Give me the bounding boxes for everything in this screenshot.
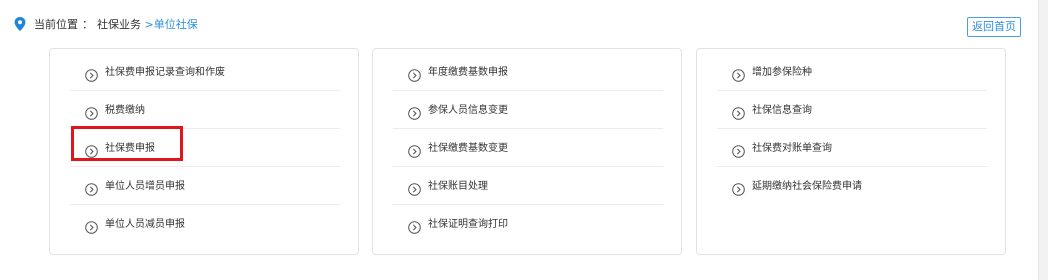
menu-item[interactable]: 延期缴纳社会保险费申请 <box>717 167 987 205</box>
menu-item-label: 社保费申报 <box>105 143 155 154</box>
menu-item[interactable]: 社保证明查询打印 <box>393 205 663 243</box>
circle-chevron-right-icon <box>732 181 745 196</box>
back-home-button[interactable]: 返回首页 <box>967 17 1021 37</box>
breadcrumb-arrow: > <box>144 18 154 31</box>
main-panel: 当前位置：社保业务 >单位社保 返回首页 社保费申报记录查询和作废 税费缴纳 社保费… <box>0 0 1039 280</box>
menu-item[interactable]: 社保信息查询 <box>717 91 987 129</box>
menu-item[interactable]: 税费缴纳 <box>70 91 340 129</box>
menu-card-2: 年度缴费基数申报 参保人员信息变更 社保缴费基数变更 社保账目处理社保证明查询打印 <box>372 48 682 255</box>
menu-item[interactable]: 增加参保险种 <box>717 53 987 91</box>
menu-item-label: 社保缴费基数变更 <box>428 143 508 154</box>
menu-item-label: 社保费申报记录查询和作废 <box>105 67 225 78</box>
breadcrumb-separator: ： <box>82 18 93 31</box>
menu-item[interactable]: 社保费对账单查询 <box>717 129 987 167</box>
menu-item[interactable]: 社保费申报 <box>70 129 340 167</box>
breadcrumb: 当前位置 ： 社保业务 >单位社保 <box>34 18 198 32</box>
circle-chevron-right-icon <box>408 143 421 158</box>
circle-chevron-right-icon <box>85 181 98 196</box>
menu-item-label: 社保证明查询打印 <box>428 219 508 230</box>
circle-chevron-right-icon <box>85 143 98 158</box>
menu-item-label: 增加参保险种 <box>752 67 812 78</box>
menu-item[interactable]: 单位人员增员申报 <box>70 167 340 205</box>
circle-chevron-right-icon <box>408 181 421 196</box>
menu-item[interactable]: 单位人员减员申报 <box>70 205 340 243</box>
circle-chevron-right-icon <box>732 105 745 120</box>
menu-item-label: 社保信息查询 <box>752 105 812 116</box>
menu-item-label: 社保账目处理 <box>428 181 488 192</box>
breadcrumb-prefix: 当前位置 <box>34 18 78 31</box>
menu-item-label: 单位人员减员申报 <box>105 219 185 230</box>
menu-item[interactable]: 社保费申报记录查询和作废 <box>70 53 340 91</box>
menu-item[interactable]: 参保人员信息变更 <box>393 91 663 129</box>
menu-card-1: 社保费申报记录查询和作废 税费缴纳社保费申报单位人员增员申报 单位人员减员申报 <box>49 48 359 255</box>
circle-chevron-right-icon <box>85 67 98 82</box>
menu-item-label: 社保费对账单查询 <box>752 143 832 154</box>
menu-item-label: 延期缴纳社会保险费申请 <box>752 181 862 192</box>
circle-chevron-right-icon <box>85 219 98 234</box>
menu-item-label: 参保人员信息变更 <box>428 105 508 116</box>
circle-chevron-right-icon <box>85 105 98 120</box>
menu-item-label: 年度缴费基数申报 <box>428 67 508 78</box>
breadcrumb-parent-link[interactable]: 社保业务 <box>97 18 141 31</box>
menu-item[interactable]: 社保账目处理 <box>393 167 663 205</box>
menu-item[interactable]: 社保缴费基数变更 <box>393 129 663 167</box>
menu-item-label: 税费缴纳 <box>105 105 145 116</box>
circle-chevron-right-icon <box>408 67 421 82</box>
menu-item[interactable]: 年度缴费基数申报 <box>393 53 663 91</box>
circle-chevron-right-icon <box>732 143 745 158</box>
menu-item-label: 单位人员增员申报 <box>105 181 185 192</box>
menu-card-3: 增加参保险种 社保信息查询社保费对账单查询延期缴纳社会保险费申请 <box>696 48 1006 255</box>
top-bar: 当前位置 ： 社保业务 >单位社保 返回首页 <box>0 0 1039 52</box>
circle-chevron-right-icon <box>408 219 421 234</box>
location-pin-icon <box>14 17 26 31</box>
breadcrumb-current: 单位社保 <box>153 18 198 31</box>
circle-chevron-right-icon <box>732 67 745 82</box>
circle-chevron-right-icon <box>408 105 421 120</box>
